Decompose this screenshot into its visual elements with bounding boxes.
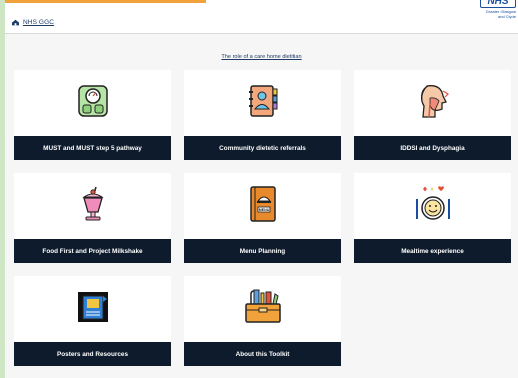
card-food-first[interactable]: Food First and Project Milkshake bbox=[14, 173, 171, 263]
card-label: Mealtime experience bbox=[354, 239, 511, 263]
card-must-pathway[interactable]: MUST and MUST step 5 pathway bbox=[14, 70, 171, 160]
svg-text:MENU: MENU bbox=[258, 208, 269, 212]
toolbox-icon bbox=[242, 288, 284, 331]
poster-icon bbox=[76, 290, 110, 329]
contact-book-icon bbox=[245, 83, 281, 124]
menu-book-icon: MENU bbox=[247, 185, 279, 228]
milkshake-icon bbox=[78, 185, 108, 228]
card-posters-resources[interactable]: Posters and Resources bbox=[14, 276, 171, 366]
card-menu-planning[interactable]: MENU Menu Planning bbox=[184, 173, 341, 263]
card-about-toolkit[interactable]: About this Toolkit bbox=[184, 276, 341, 366]
main-content: The role of a care home dietitian MUST a… bbox=[5, 34, 518, 378]
card-label: About this Toolkit bbox=[184, 342, 341, 366]
home-link[interactable]: NHS GGC bbox=[23, 19, 54, 26]
card-label: Community dietetic referrals bbox=[184, 136, 341, 160]
site-header: NHS GGC NHS Greater Glasgow and Clyde bbox=[5, 0, 518, 34]
card-iddsi-dysphagia[interactable]: IDDSI and Dysphagia bbox=[354, 70, 511, 160]
accent-bar bbox=[5, 0, 206, 3]
nhs-subtitle-line2: and Clyde bbox=[497, 14, 516, 19]
weighing-scale-icon bbox=[75, 83, 111, 124]
home-link-group[interactable]: NHS GGC bbox=[11, 13, 54, 31]
head-throat-icon bbox=[415, 82, 451, 125]
nhs-logo-subtitle: Greater Glasgow and Clyde bbox=[476, 9, 516, 19]
home-icon bbox=[11, 13, 20, 31]
page: NHS GGC NHS Greater Glasgow and Clyde Th… bbox=[0, 0, 518, 378]
card-label: Food First and Project Milkshake bbox=[14, 239, 171, 263]
card-label: IDDSI and Dysphagia bbox=[354, 136, 511, 160]
card-mealtime-experience[interactable]: Mealtime experience bbox=[354, 173, 511, 263]
card-label: Menu Planning bbox=[184, 239, 341, 263]
nhs-logo: NHS bbox=[480, 0, 516, 8]
card-label: Posters and Resources bbox=[14, 342, 171, 366]
card-dietetic-referrals[interactable]: Community dietetic referrals bbox=[184, 70, 341, 160]
card-label: MUST and MUST step 5 pathway bbox=[14, 136, 171, 160]
happy-plate-icon bbox=[413, 185, 453, 228]
nhs-logo-block[interactable]: NHS Greater Glasgow and Clyde bbox=[478, 0, 516, 30]
dietitian-role-link[interactable]: The role of a care home dietitian bbox=[5, 54, 518, 60]
